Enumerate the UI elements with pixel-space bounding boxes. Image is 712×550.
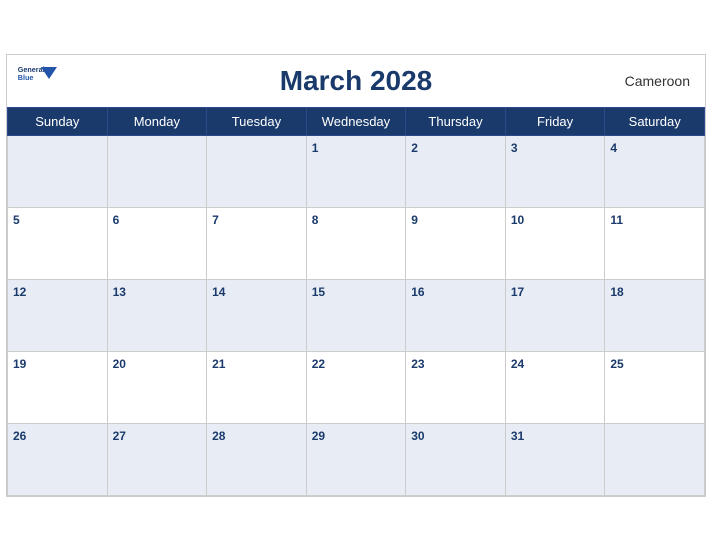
calendar-day-cell [207,135,307,207]
calendar-day-cell: 28 [207,423,307,495]
day-number: 4 [610,141,617,155]
day-number: 2 [411,141,418,155]
calendar-week-row: 12 13 14 15 16 17 18 [8,279,705,351]
header-thursday: Thursday [406,107,506,135]
header-wednesday: Wednesday [306,107,406,135]
day-number: 30 [411,429,424,443]
calendar-day-cell: 30 [406,423,506,495]
calendar-day-cell [8,135,108,207]
calendar-day-cell: 17 [505,279,605,351]
day-number: 12 [13,285,26,299]
calendar-day-cell: 3 [505,135,605,207]
day-number: 25 [610,357,623,371]
calendar-day-cell: 22 [306,351,406,423]
svg-text:Blue: Blue [18,72,34,81]
calendar-day-cell: 14 [207,279,307,351]
weekday-header-row: Sunday Monday Tuesday Wednesday Thursday… [8,107,705,135]
day-number: 13 [113,285,126,299]
day-number: 10 [511,213,524,227]
calendar-day-cell: 31 [505,423,605,495]
day-number: 7 [212,213,219,227]
calendar-day-cell: 13 [107,279,207,351]
calendar-day-cell [107,135,207,207]
calendar-day-cell: 1 [306,135,406,207]
header-friday: Friday [505,107,605,135]
day-number: 26 [13,429,26,443]
day-number: 8 [312,213,319,227]
calendar-week-row: 19 20 21 22 23 24 25 [8,351,705,423]
calendar-day-cell: 24 [505,351,605,423]
day-number: 24 [511,357,524,371]
day-number: 27 [113,429,126,443]
calendar-day-cell: 19 [8,351,108,423]
day-number: 6 [113,213,120,227]
calendar-day-cell: 5 [8,207,108,279]
calendar-day-cell: 8 [306,207,406,279]
day-number: 29 [312,429,325,443]
day-number: 16 [411,285,424,299]
calendar-day-cell: 23 [406,351,506,423]
calendar-day-cell: 21 [207,351,307,423]
calendar-day-cell: 10 [505,207,605,279]
calendar-day-cell: 2 [406,135,506,207]
calendar-day-cell: 11 [605,207,705,279]
calendar-day-cell: 16 [406,279,506,351]
day-number: 17 [511,285,524,299]
day-number: 1 [312,141,319,155]
calendar-day-cell: 25 [605,351,705,423]
day-number: 14 [212,285,225,299]
calendar-day-cell [605,423,705,495]
calendar-header: General Blue March 2028 Cameroon [7,55,705,107]
calendar-day-cell: 15 [306,279,406,351]
calendar-day-cell: 29 [306,423,406,495]
calendar-day-cell: 20 [107,351,207,423]
day-number: 21 [212,357,225,371]
day-number: 28 [212,429,225,443]
day-number: 23 [411,357,424,371]
calendar-day-cell: 7 [207,207,307,279]
logo-area: General Blue [17,63,57,91]
calendar-day-cell: 27 [107,423,207,495]
header-saturday: Saturday [605,107,705,135]
calendar-grid: Sunday Monday Tuesday Wednesday Thursday… [7,107,705,496]
calendar-week-row: 1 2 3 4 [8,135,705,207]
calendar-day-cell: 18 [605,279,705,351]
day-number: 9 [411,213,418,227]
day-number: 18 [610,285,623,299]
header-sunday: Sunday [8,107,108,135]
header-monday: Monday [107,107,207,135]
calendar-day-cell: 9 [406,207,506,279]
calendar-week-row: 5 6 7 8 9 10 11 [8,207,705,279]
calendar-day-cell: 4 [605,135,705,207]
day-number: 22 [312,357,325,371]
header-tuesday: Tuesday [207,107,307,135]
calendar-week-row: 26 27 28 29 30 31 [8,423,705,495]
country-label: Cameroon [625,73,690,89]
day-number: 19 [13,357,26,371]
calendar-day-cell: 26 [8,423,108,495]
day-number: 31 [511,429,524,443]
day-number: 20 [113,357,126,371]
calendar-title: March 2028 [280,65,433,97]
day-number: 11 [610,213,623,227]
calendar-day-cell: 12 [8,279,108,351]
calendar-container: General Blue March 2028 Cameroon Sunday … [6,54,706,497]
calendar-day-cell: 6 [107,207,207,279]
day-number: 15 [312,285,325,299]
day-number: 5 [13,213,20,227]
day-number: 3 [511,141,518,155]
generalblue-logo-icon: General Blue [17,63,57,91]
